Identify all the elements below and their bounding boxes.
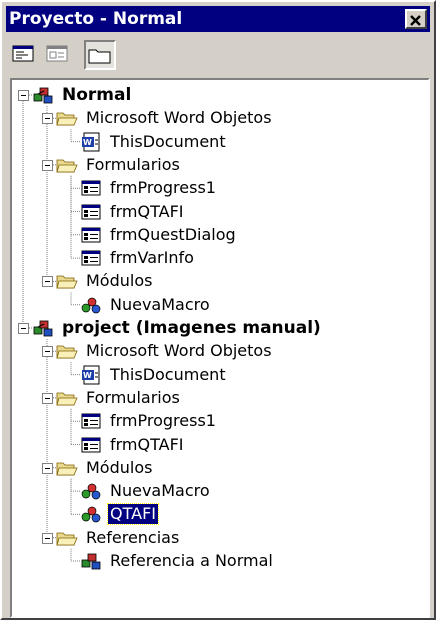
folder-open-icon xyxy=(56,532,78,546)
tree-node[interactable]: Módulos xyxy=(56,270,154,292)
form-icon xyxy=(81,413,101,429)
close-icon xyxy=(410,15,421,26)
close-button[interactable] xyxy=(405,9,427,29)
tree-node-label: Normal xyxy=(62,85,132,105)
project-icon xyxy=(33,87,53,104)
tree-node[interactable]: NuevaMacro xyxy=(80,294,212,316)
tree-node-label: Módulos xyxy=(86,271,153,291)
tree-node-label: frmQTAFI xyxy=(110,434,184,454)
tree-node-label: frmProgress1 xyxy=(110,178,216,198)
form-icon xyxy=(81,180,101,196)
folder-open-icon xyxy=(56,462,78,476)
tree-node-label: NuevaMacro xyxy=(110,481,210,501)
folder-open-icon xyxy=(56,392,78,406)
tree-node[interactable]: W ThisDocument xyxy=(80,364,228,386)
view-object-icon xyxy=(46,45,68,62)
tree-node-label: Referencia a Normal xyxy=(110,551,273,570)
tree-node-label: Microsoft Word Objetos xyxy=(86,341,272,361)
tree-node[interactable]: frmProgress1 xyxy=(80,410,218,432)
form-icon xyxy=(81,204,101,219)
tree-node[interactable]: Microsoft Word Objetos xyxy=(56,107,274,129)
tree-node-label: Módulos xyxy=(86,457,153,477)
project-explorer-window: Proyecto - Normal Normal Microsoft Word … xyxy=(0,0,436,620)
tree-node-label: Formularios xyxy=(86,154,180,174)
folder-icon xyxy=(88,49,111,64)
tree-node-label: Referencias xyxy=(86,527,180,547)
tree-node[interactable]: frmVarInfo xyxy=(80,247,196,269)
toggle-folders-button[interactable] xyxy=(84,40,116,70)
collapse-toggle[interactable] xyxy=(42,159,53,171)
tree-node-label: frmProgress1 xyxy=(110,411,216,431)
tree-node[interactable]: project (Imagenes manual) xyxy=(32,317,323,339)
reference-icon xyxy=(81,553,101,570)
tree-node-label: ThisDocument xyxy=(110,131,226,151)
tree-node[interactable]: frmQTAFI xyxy=(80,201,186,223)
tree-node[interactable]: Formularios xyxy=(56,154,182,176)
project-tree[interactable]: Normal Microsoft Word Objetos W ThisDocumen… xyxy=(10,78,430,618)
collapse-toggle[interactable] xyxy=(42,462,53,474)
tree-node-label: frmVarInfo xyxy=(110,248,194,268)
form-icon xyxy=(81,437,101,452)
tree-node[interactable]: Normal xyxy=(32,84,133,106)
folder-open-icon xyxy=(56,159,78,173)
tree-node[interactable]: W ThisDocument xyxy=(80,131,228,153)
view-code-icon xyxy=(12,45,34,62)
tree-node-label: Microsoft Word Objetos xyxy=(86,108,272,128)
module-icon xyxy=(81,297,101,314)
tree-node[interactable]: Referencias xyxy=(56,527,181,549)
view-code-button[interactable] xyxy=(10,40,42,70)
title-bar[interactable]: Proyecto - Normal xyxy=(6,6,430,32)
collapse-toggle[interactable] xyxy=(18,323,29,334)
tree-node[interactable]: NuevaMacro xyxy=(80,480,212,502)
folder-open-icon xyxy=(56,345,78,359)
module-icon xyxy=(81,483,101,500)
tree-node[interactable]: Módulos xyxy=(56,457,154,479)
form-icon xyxy=(81,250,101,266)
tree-node-label: ThisDocument xyxy=(110,364,226,384)
collapse-toggle[interactable] xyxy=(18,90,29,101)
tree-node-label: frmQuestDialog xyxy=(110,224,236,244)
toolbar xyxy=(6,36,430,74)
collapse-toggle[interactable] xyxy=(42,532,53,544)
tree-node[interactable]: frmQuestDialog xyxy=(80,224,238,246)
module-icon xyxy=(81,507,101,523)
svg-text:W: W xyxy=(83,138,92,147)
word-document-icon: W xyxy=(82,132,100,152)
tree-node[interactable]: Referencia a Normal xyxy=(80,550,275,572)
tree-node-label: frmQTAFI xyxy=(110,201,184,221)
word-document-icon: W xyxy=(82,365,100,385)
tree-node[interactable]: Formularios xyxy=(56,387,182,409)
view-object-button[interactable] xyxy=(44,40,76,70)
tree-node-label: QTAFI xyxy=(107,503,159,526)
tree-node-label: project (Imagenes manual) xyxy=(62,318,321,338)
svg-text:W: W xyxy=(83,371,92,380)
tree-node[interactable]: QTAFI xyxy=(80,503,159,526)
tree-node-label: Formularios xyxy=(86,387,180,407)
window-title: Proyecto - Normal xyxy=(9,9,183,29)
tree-node[interactable]: Microsoft Word Objetos xyxy=(56,340,274,362)
collapse-toggle[interactable] xyxy=(42,113,53,125)
collapse-toggle[interactable] xyxy=(42,346,53,358)
collapse-toggle[interactable] xyxy=(42,392,53,404)
tree-node-label: NuevaMacro xyxy=(110,294,210,314)
folder-open-icon xyxy=(56,112,78,126)
folder-open-icon xyxy=(56,275,78,289)
tree-node[interactable]: frmQTAFI xyxy=(80,434,186,456)
tree-node[interactable]: frmProgress1 xyxy=(80,177,218,199)
project-icon xyxy=(33,320,53,337)
collapse-toggle[interactable] xyxy=(42,276,53,288)
form-icon xyxy=(81,227,101,243)
